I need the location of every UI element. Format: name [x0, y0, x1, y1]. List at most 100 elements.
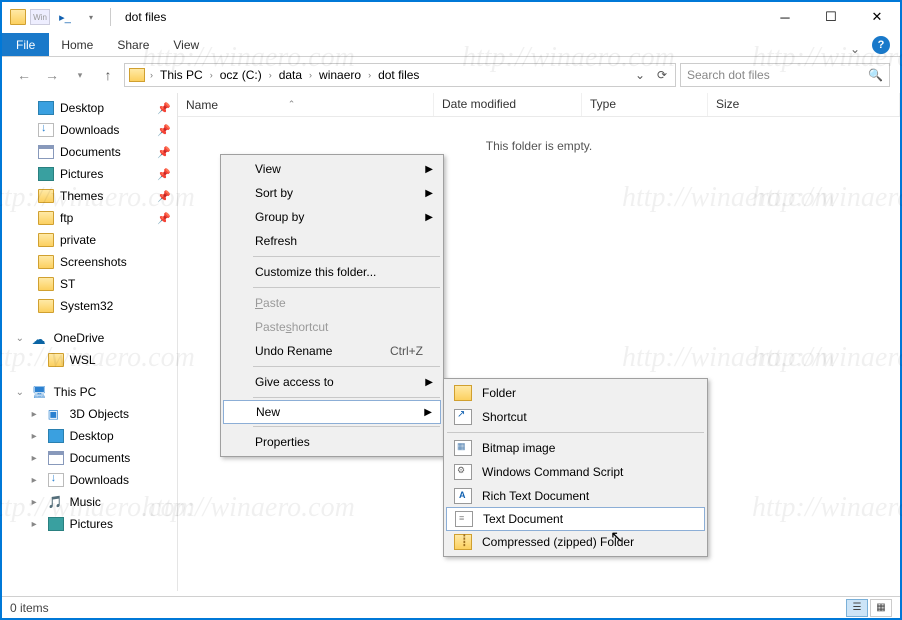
minimize-button[interactable]: ─ — [762, 2, 808, 32]
menu-group-by[interactable]: Group by▶ — [223, 205, 441, 229]
submenu-folder[interactable]: Folder — [446, 381, 705, 405]
forward-button[interactable]: → — [40, 63, 64, 87]
zip-icon — [454, 534, 472, 550]
qat-powershell-icon[interactable]: ▸_ — [54, 6, 76, 28]
expand-icon[interactable]: ▸ — [32, 409, 42, 420]
chevron-right-icon[interactable]: › — [147, 70, 156, 80]
expand-icon[interactable]: ▸ — [32, 453, 42, 464]
tree-item[interactable]: ▸Downloads📌 — [2, 119, 177, 141]
tree-item[interactable]: ▸Desktop — [2, 425, 177, 447]
pin-icon: 📌 — [157, 168, 171, 181]
maximize-button[interactable]: ☐ — [808, 2, 854, 32]
chevron-right-icon: ▶ — [424, 407, 432, 418]
menu-view[interactable]: View▶ — [223, 157, 441, 181]
view-large-button[interactable]: ▦ — [870, 599, 892, 617]
separator — [253, 287, 440, 288]
expand-icon[interactable]: ⌄ — [16, 333, 26, 344]
refresh-button[interactable]: ⟳ — [651, 68, 673, 82]
tree-item[interactable]: ▸3D Objects — [2, 403, 177, 425]
tree-item[interactable]: ▸ Pictures — [2, 513, 177, 535]
tree-item[interactable]: ▸WSL — [2, 349, 177, 371]
nav-tree[interactable]: ▸Desktop📌▸Downloads📌▸Documents📌▸Pictures… — [2, 93, 178, 591]
col-date[interactable]: Date modified — [434, 93, 582, 116]
tree-item[interactable]: ▸Documents📌 — [2, 141, 177, 163]
back-button[interactable]: ← — [12, 63, 36, 87]
tab-view[interactable]: View — [161, 33, 211, 56]
search-icon[interactable]: 🔍 — [868, 68, 883, 82]
tree-label: private — [60, 233, 96, 247]
submenu-zip[interactable]: Compressed (zipped) Folder — [446, 530, 705, 554]
menu-give-access-to[interactable]: Give access to▶ — [223, 370, 441, 394]
search-input[interactable]: Search dot files 🔍 — [680, 63, 890, 87]
chevron-right-icon: ▶ — [425, 212, 433, 223]
tree-item[interactable]: ▸Screenshots — [2, 251, 177, 273]
chevron-right-icon: ▶ — [425, 164, 433, 175]
ribbon-collapse[interactable]: ⌄ — [842, 42, 868, 56]
expand-icon[interactable]: ▸ — [32, 475, 42, 486]
menu-undo-rename[interactable]: Undo RenameCtrl+Z — [223, 339, 441, 363]
tree-item[interactable]: ▸Music — [2, 491, 177, 513]
expand-icon[interactable]: ▸ — [32, 431, 42, 442]
qat-app-icon[interactable]: Win — [30, 9, 50, 25]
expand-icon[interactable]: ▸ — [32, 519, 42, 530]
tree-item[interactable]: ▸Desktop📌 — [2, 97, 177, 119]
music-icon — [48, 495, 64, 509]
tree-item[interactable]: ▸private — [2, 229, 177, 251]
submenu-cmd-script[interactable]: Windows Command Script — [446, 460, 705, 484]
folder-icon — [48, 353, 64, 367]
tree-item[interactable]: ⌄ OneDrive — [2, 327, 177, 349]
address-dropdown[interactable]: ⌄ — [629, 68, 651, 82]
tree-item[interactable]: ▸ST — [2, 273, 177, 295]
chevron-right-icon[interactable]: › — [365, 70, 374, 80]
doc-icon — [48, 451, 64, 465]
folder-icon — [38, 211, 54, 225]
item-count: 0 items — [10, 601, 49, 615]
tree-item[interactable]: ▸Pictures📌 — [2, 163, 177, 185]
submenu-bitmap[interactable]: Bitmap image — [446, 436, 705, 460]
col-name[interactable]: Name⌃ — [178, 93, 434, 116]
menu-refresh[interactable]: Refresh — [223, 229, 441, 253]
menu-new[interactable]: New▶ — [223, 400, 441, 424]
tree-item[interactable]: ▸Documents — [2, 447, 177, 469]
expand-icon[interactable]: ⌄ — [16, 387, 26, 398]
breadcrumb[interactable]: This PC — [156, 68, 207, 82]
tree-item[interactable]: ▸System32 — [2, 295, 177, 317]
tree-item[interactable]: ▸Themes📌 — [2, 185, 177, 207]
breadcrumb[interactable]: data — [275, 68, 306, 82]
breadcrumb[interactable]: ocz (C:) — [216, 68, 266, 82]
menu-sort-by[interactable]: Sort by▶ — [223, 181, 441, 205]
menu-customize-folder[interactable]: Customize this folder... — [223, 260, 441, 284]
col-size[interactable]: Size — [708, 93, 900, 116]
qat-dropdown[interactable]: ▾ — [80, 6, 102, 28]
chevron-right-icon[interactable]: › — [266, 70, 275, 80]
expand-icon[interactable]: ▸ — [32, 497, 42, 508]
col-type[interactable]: Type — [582, 93, 708, 116]
chevron-right-icon[interactable]: › — [306, 70, 315, 80]
submenu-rtf[interactable]: Rich Text Document — [446, 484, 705, 508]
tree-label: Pictures — [70, 517, 113, 531]
tree-label: OneDrive — [54, 331, 105, 345]
chevron-right-icon[interactable]: › — [207, 70, 216, 80]
submenu-text-document[interactable]: Text Document — [446, 507, 705, 531]
recent-dropdown[interactable]: ▾ — [68, 63, 92, 87]
close-button[interactable]: ✕ — [854, 2, 900, 32]
tree-label: Pictures — [60, 167, 103, 181]
help-icon[interactable]: ? — [872, 36, 890, 54]
tree-label: This PC — [54, 385, 97, 399]
tree-item[interactable]: ▸Downloads — [2, 469, 177, 491]
address-bar[interactable]: › This PC › ocz (C:) › data › winaero › … — [124, 63, 676, 87]
up-button[interactable]: ↑ — [96, 63, 120, 87]
breadcrumb[interactable]: winaero — [315, 68, 365, 82]
submenu-shortcut[interactable]: Shortcut — [446, 405, 705, 429]
chevron-right-icon: ▶ — [425, 188, 433, 199]
tab-share[interactable]: Share — [105, 33, 161, 56]
tree-item[interactable]: ▸ftp📌 — [2, 207, 177, 229]
context-menu: View▶ Sort by▶ Group by▶ Refresh Customi… — [220, 154, 444, 457]
breadcrumb[interactable]: dot files — [374, 68, 423, 82]
tree-item[interactable]: ⌄ This PC — [2, 381, 177, 403]
view-details-button[interactable]: ☰ — [846, 599, 868, 617]
separator — [253, 256, 440, 257]
file-tab[interactable]: File — [2, 33, 49, 56]
tab-home[interactable]: Home — [49, 33, 105, 56]
menu-properties[interactable]: Properties — [223, 430, 441, 454]
